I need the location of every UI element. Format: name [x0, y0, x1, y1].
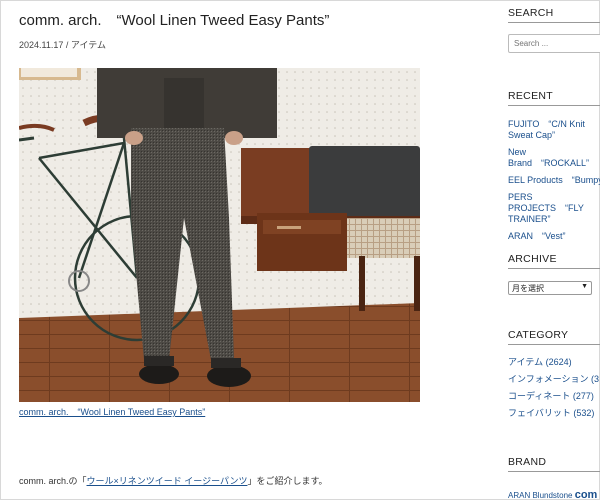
category-item[interactable]: インフォメーション (3	[508, 374, 599, 385]
post-body: comm. arch.の「ウール×リネンツイード イージーパンツ」をご紹介します…	[19, 474, 328, 487]
brand-divider	[508, 471, 600, 472]
archive-select-value: 月を選択	[512, 284, 544, 293]
chevron-down-icon: ▼	[581, 283, 588, 290]
recent-widget-title: RECENT	[508, 90, 553, 102]
archive-divider	[508, 268, 600, 269]
photo-caption-link[interactable]: comm. arch. “Wool Linen Tweed Easy Pants…	[19, 405, 205, 418]
brand-tags-small[interactable]: ARAN Blundstone	[508, 491, 575, 500]
sidebar: SEARCH RECENT FUJITO “C/N Knit Sweat Cap…	[508, 0, 600, 500]
post-category-link[interactable]: アイテム	[71, 40, 106, 50]
category-item[interactable]: コーディネート (277)	[508, 391, 599, 402]
category-list: アイテム (2624) インフォメーション (3 コーディネート (277) フ…	[508, 357, 599, 425]
search-input[interactable]	[508, 34, 600, 53]
recent-list: FUJITO “C/N Knit Sweat Cap” New Brand “R…	[508, 119, 600, 248]
photo-illustration	[19, 68, 420, 402]
category-item[interactable]: フェイバリット (532)	[508, 408, 599, 419]
post-date: 2024.11.17	[19, 40, 64, 50]
post-meta: 2024.11.17 / アイテム	[19, 38, 106, 51]
archive-widget-title: ARCHIVE	[508, 253, 557, 265]
post-title: comm. arch. “Wool Linen Tweed Easy Pants…	[19, 12, 330, 29]
recent-item[interactable]: FUJITO “C/N Knit Sweat Cap”	[508, 119, 600, 141]
post-photo[interactable]	[19, 68, 420, 402]
body-product-link[interactable]: ウール×リネンツイード イージーパンツ	[87, 476, 248, 486]
brand-widget-title: BRAND	[508, 456, 547, 468]
search-widget-title: SEARCH	[508, 7, 554, 19]
search-divider	[508, 22, 600, 23]
category-divider	[508, 344, 600, 345]
recent-item[interactable]: EEL Products “Bumpy”	[508, 175, 600, 186]
body-suffix: 」をご紹介します。	[247, 476, 328, 486]
meta-separator: /	[63, 40, 71, 50]
recent-item[interactable]: New Brand “ROCKALL”	[508, 147, 600, 169]
brand-tag-large[interactable]: com	[575, 489, 598, 500]
category-widget-title: CATEGORY	[508, 329, 569, 341]
recent-item[interactable]: PERS PROJECTS “FLY TRAINER”	[508, 192, 600, 225]
brand-tag-cloud[interactable]: ARAN Blundstone com	[508, 485, 597, 500]
category-item[interactable]: アイテム (2624)	[508, 357, 599, 368]
recent-divider	[508, 105, 600, 106]
archive-month-select[interactable]: 月を選択 ▼	[508, 281, 592, 295]
body-prefix: comm. arch.の「	[19, 476, 87, 486]
recent-item[interactable]: ARAN “Vest”	[508, 231, 600, 242]
